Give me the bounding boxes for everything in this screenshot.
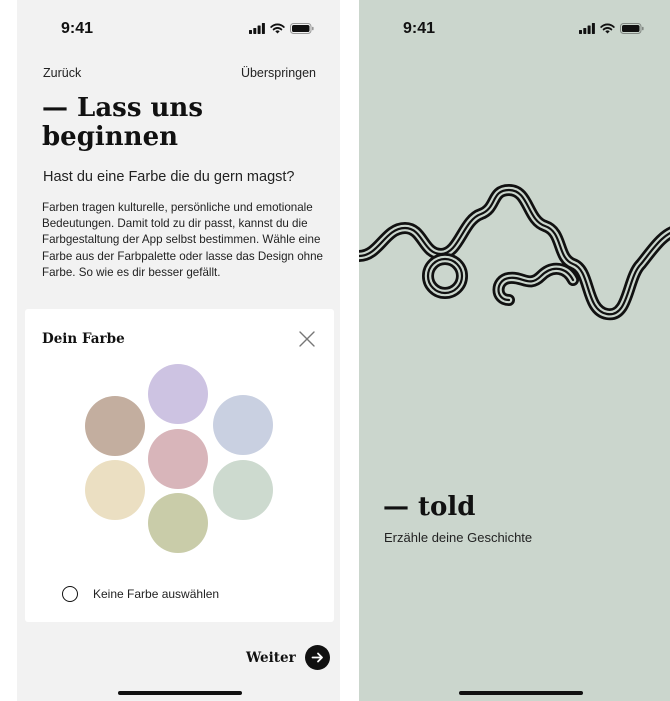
status-icons	[249, 23, 314, 34]
splash-screen: 9:41 — told Erzähle deine Geschichte	[359, 0, 670, 701]
description-text: Farben tragen kulturelle, persönliche un…	[42, 201, 323, 279]
color-swatch-olive[interactable]	[148, 493, 208, 553]
squiggle-line-illustration	[359, 184, 670, 321]
onboarding-color-screen: 9:41 Zurück Überspringen — Lass uns begi…	[17, 0, 340, 701]
battery-icon	[290, 23, 314, 34]
color-swatch-blue-grey[interactable]	[213, 395, 273, 455]
next-button[interactable]: Weiter	[246, 645, 330, 670]
next-label: Weiter	[246, 649, 296, 666]
color-swatch-taupe[interactable]	[85, 396, 145, 456]
status-icons	[579, 23, 644, 34]
color-swatch-sand[interactable]	[85, 460, 145, 520]
wifi-icon	[270, 23, 285, 34]
color-picker-sheet: Dein Farbe Keine Farbe auswählen	[25, 309, 334, 622]
close-icon[interactable]	[297, 329, 317, 349]
no-color-option[interactable]: Keine Farbe auswählen	[62, 586, 219, 602]
sheet-title: Dein Farbe	[42, 331, 125, 347]
no-color-radio[interactable]	[62, 586, 78, 602]
no-color-label: Keine Farbe auswählen	[93, 587, 220, 601]
status-bar: 9:41	[17, 18, 340, 42]
arrow-right-icon[interactable]	[304, 645, 330, 670]
status-bar: 9:41	[359, 18, 670, 42]
back-button[interactable]: Zurück	[43, 66, 81, 80]
question-text: Hast du eine Farbe die du gern magst?	[43, 169, 295, 185]
color-swatch-lavender[interactable]	[148, 364, 208, 424]
page-title: — Lass uns beginnen	[42, 93, 203, 152]
wifi-icon	[600, 23, 615, 34]
home-indicator	[459, 691, 583, 695]
status-time: 9:41	[403, 20, 436, 37]
skip-button[interactable]: Überspringen	[241, 66, 316, 80]
signal-icon	[249, 23, 265, 34]
signal-icon	[579, 23, 595, 34]
brand-title: — told	[383, 492, 476, 522]
battery-icon	[620, 23, 644, 34]
tagline: Erzähle deine Geschichte	[384, 530, 533, 545]
color-swatch-sage[interactable]	[213, 460, 273, 520]
status-time: 9:41	[61, 20, 94, 37]
color-swatch-rose[interactable]	[148, 429, 208, 489]
home-indicator	[118, 691, 242, 695]
